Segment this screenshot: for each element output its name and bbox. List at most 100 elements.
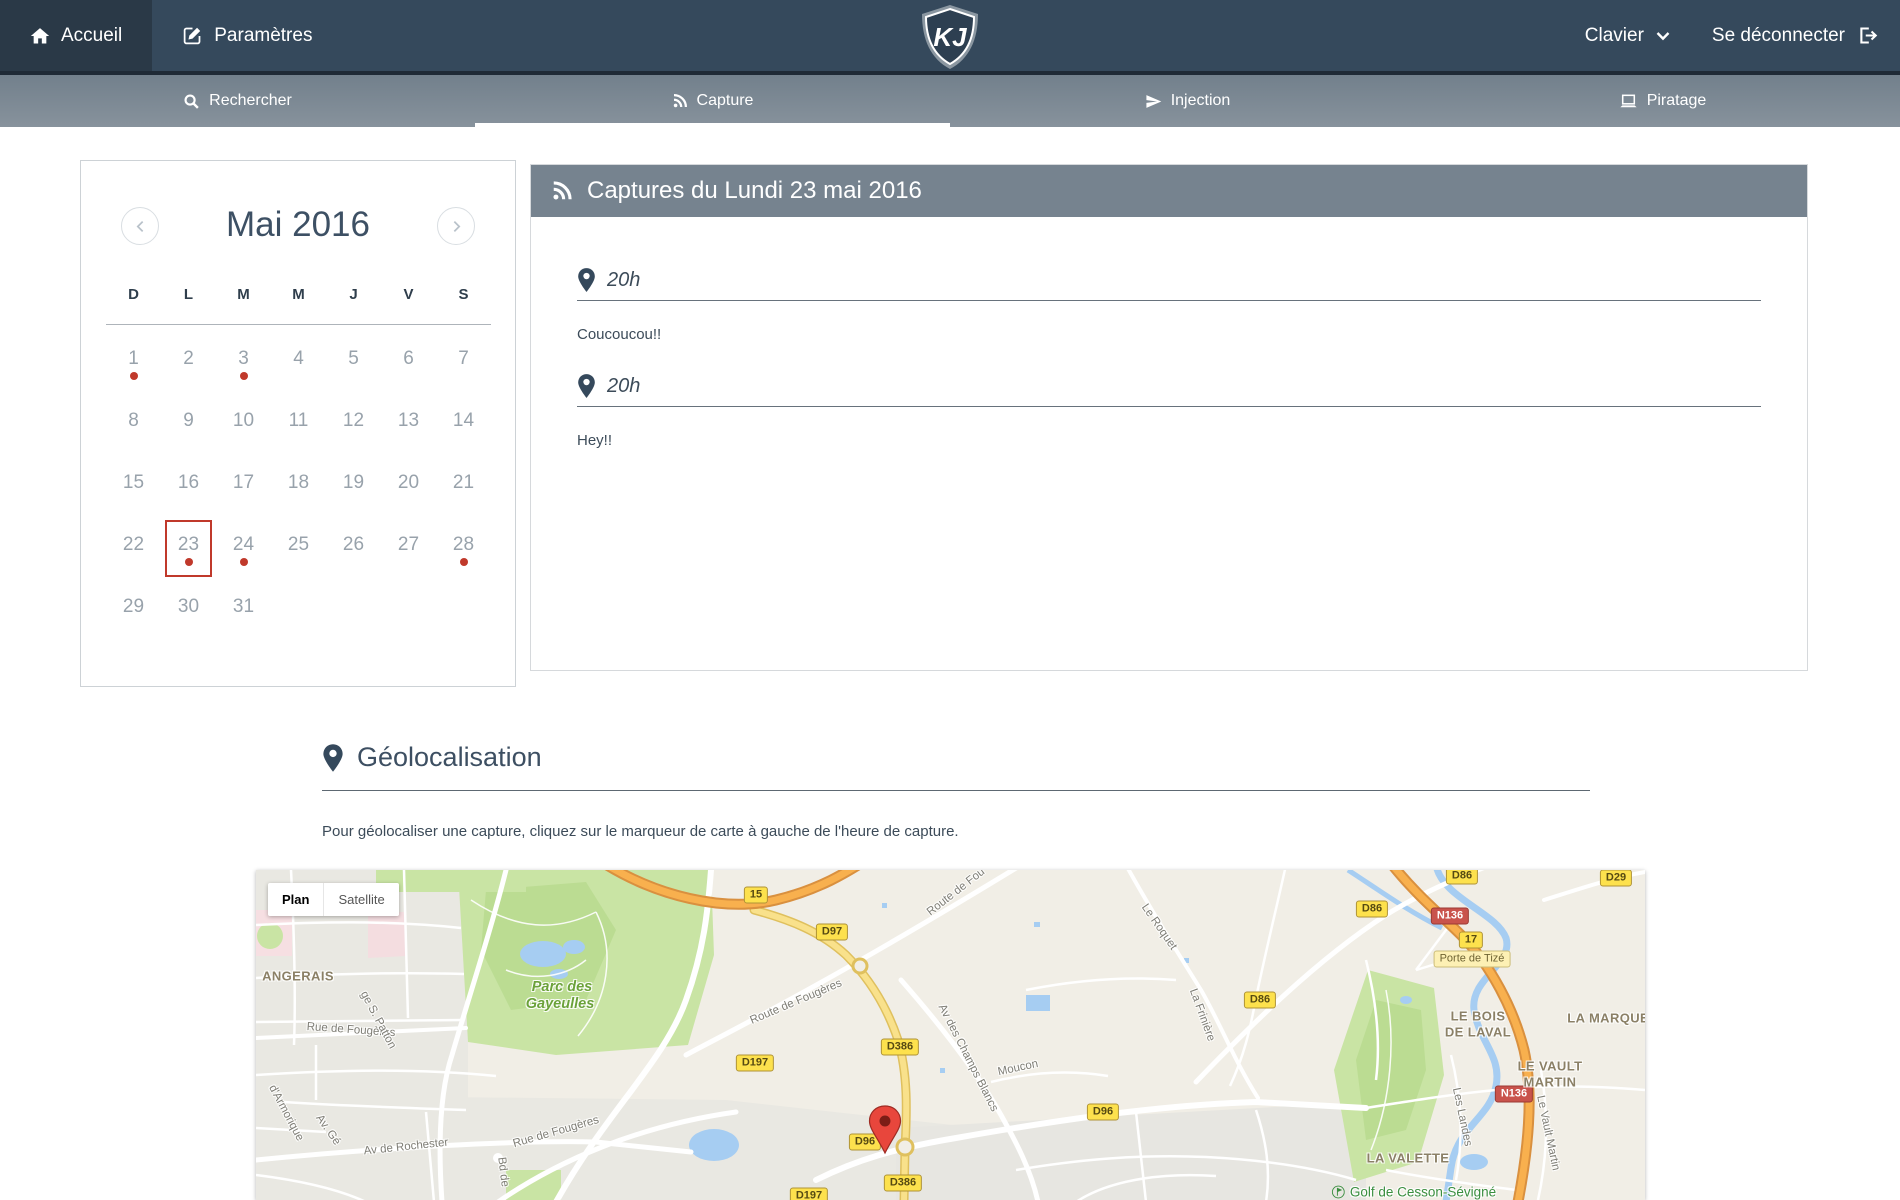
map-marker-icon[interactable] — [577, 267, 596, 293]
tab-label: Rechercher — [209, 92, 292, 110]
road-shield: D197 — [790, 1188, 828, 1200]
calendar-day[interactable]: 15 — [106, 457, 161, 519]
map-marker-icon — [322, 743, 344, 773]
capture-time: 20h — [607, 269, 640, 292]
map-satellite-button[interactable]: Satellite — [323, 883, 398, 916]
road-shield: D97 — [816, 924, 848, 941]
calendar-day[interactable]: 20 — [381, 457, 436, 519]
tab-label: Capture — [697, 92, 754, 110]
place-label: LE VAULT — [1518, 1059, 1583, 1074]
park-label: Gayeulles — [526, 996, 595, 1012]
weekday-label: L — [161, 279, 216, 309]
tab-capture[interactable]: Capture — [475, 75, 950, 127]
keyboard-dropdown-label: Clavier — [1585, 25, 1644, 47]
calendar-day[interactable]: 31 — [216, 581, 271, 643]
calendar-day[interactable]: 30 — [161, 581, 216, 643]
map-plan-button[interactable]: Plan — [268, 883, 323, 916]
calendar-day[interactable]: 18 — [271, 457, 326, 519]
keyboard-dropdown[interactable]: Clavier — [1585, 25, 1670, 47]
home-icon — [30, 26, 50, 46]
calendar-day[interactable]: 13 — [381, 395, 436, 457]
road-shield: D386 — [884, 1175, 922, 1192]
tab-label: Piratage — [1647, 92, 1707, 110]
calendar-day[interactable]: 25 — [271, 519, 326, 581]
calendar-day[interactable]: 17 — [216, 457, 271, 519]
calendar-day-selected[interactable]: 23 — [161, 519, 216, 581]
calendar-day[interactable]: 14 — [436, 395, 491, 457]
capture-text: Coucoucou!! — [577, 326, 1761, 343]
logout-label: Se déconnecter — [1712, 25, 1845, 47]
map[interactable]: Plan Satellite 15 D97 D386 D197 D96 D96 … — [256, 870, 1645, 1200]
rss-icon — [672, 93, 688, 109]
place-label: ANGERAIS — [262, 969, 334, 984]
place-label: MARTIN — [1524, 1075, 1577, 1090]
weekday-label: M — [216, 279, 271, 309]
calendar-day[interactable]: 6 — [381, 333, 436, 395]
calendar-weekday-row: D L M M J V S — [106, 279, 491, 309]
edit-icon — [182, 25, 203, 46]
chevron-down-icon — [1656, 31, 1670, 41]
calendar-day[interactable]: 19 — [326, 457, 381, 519]
calendar-day[interactable]: 28 — [436, 519, 491, 581]
capture-dot — [130, 372, 138, 380]
calendar-day[interactable]: 26 — [326, 519, 381, 581]
place-label: LE BOIS — [1451, 1009, 1506, 1024]
calendar-day[interactable]: 22 — [106, 519, 161, 581]
place-label: LA VALETTE — [1367, 1151, 1450, 1166]
navbar-left: Accueil Paramètres — [0, 0, 342, 71]
capture-entry: 20h Coucoucou!! — [577, 217, 1761, 343]
rss-icon — [551, 180, 573, 202]
calendar-day[interactable]: 16 — [161, 457, 216, 519]
laptop-icon — [1619, 93, 1638, 110]
place-label: DE LAVAL — [1445, 1025, 1511, 1040]
tab-piratage[interactable]: Piratage — [1425, 75, 1900, 127]
calendar-day-empty — [381, 581, 436, 643]
captures-panel: Captures du Lundi 23 mai 2016 20h Coucou… — [530, 164, 1808, 671]
calendar-day[interactable]: 2 — [161, 333, 216, 395]
capture-dot — [460, 558, 468, 566]
capture-divider — [577, 300, 1761, 301]
golf-icon — [1332, 1186, 1345, 1199]
weekday-label: M — [271, 279, 326, 309]
capture-dot — [240, 558, 248, 566]
logout-button[interactable]: Se déconnecter — [1712, 25, 1878, 47]
weekday-label: J — [326, 279, 381, 309]
search-icon — [183, 93, 200, 110]
place-label: LA MARQUERA — [1567, 1011, 1645, 1026]
send-icon — [1145, 93, 1162, 110]
nav-item-label: Paramètres — [214, 25, 312, 47]
calendar-day[interactable]: 29 — [106, 581, 161, 643]
calendar-day[interactable]: 7 — [436, 333, 491, 395]
calendar-divider — [106, 324, 491, 325]
calendar-day[interactable]: 4 — [271, 333, 326, 395]
calendar-day[interactable]: 8 — [106, 395, 161, 457]
calendar-day[interactable]: 21 — [436, 457, 491, 519]
calendar-next-button[interactable] — [437, 207, 475, 245]
calendar-day-empty — [271, 581, 326, 643]
park-label: Parc des — [532, 979, 592, 995]
nav-item-accueil[interactable]: Accueil — [0, 0, 152, 71]
sign-out-icon — [1857, 25, 1878, 46]
weekday-label: S — [436, 279, 491, 309]
calendar-day[interactable]: 9 — [161, 395, 216, 457]
navbar-right: Clavier Se déconnecter — [1585, 0, 1878, 71]
nav-item-parametres[interactable]: Paramètres — [152, 0, 342, 71]
chevron-right-icon — [450, 220, 463, 233]
tab-injection[interactable]: Injection — [950, 75, 1425, 127]
map-marker-icon[interactable] — [577, 373, 596, 399]
capture-map-marker[interactable] — [867, 1105, 903, 1160]
geolocation-instruction: Pour géolocaliser une capture, cliquez s… — [322, 823, 959, 840]
road-shield: D197 — [736, 1055, 774, 1072]
tab-rechercher[interactable]: Rechercher — [0, 75, 475, 127]
road-shield: 17 — [1459, 932, 1483, 949]
calendar-day[interactable]: 12 — [326, 395, 381, 457]
calendar-day[interactable]: 27 — [381, 519, 436, 581]
calendar-day[interactable]: 24 — [216, 519, 271, 581]
calendar-day[interactable]: 11 — [271, 395, 326, 457]
calendar-day[interactable]: 1 — [106, 333, 161, 395]
geolocation-divider — [322, 790, 1590, 791]
calendar-day[interactable]: 5 — [326, 333, 381, 395]
calendar-day[interactable]: 10 — [216, 395, 271, 457]
calendar-day[interactable]: 3 — [216, 333, 271, 395]
capture-divider — [577, 406, 1761, 407]
